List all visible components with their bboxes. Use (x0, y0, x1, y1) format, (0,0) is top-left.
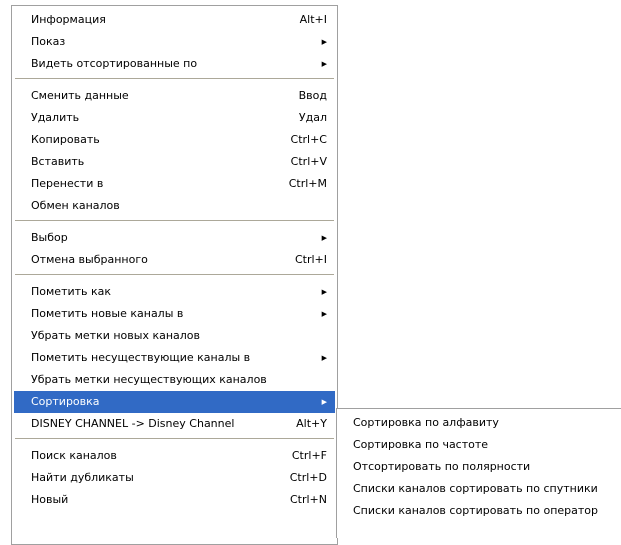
menu-item-label: Выбор (31, 231, 68, 244)
menu-item[interactable]: DISNEY CHANNEL -> Disney Channel Alt+Y (14, 413, 335, 435)
submenu-arrow-icon: ▶ (321, 38, 327, 46)
menu-item-label: Пометить как (31, 285, 112, 298)
menu-item[interactable]: Пометить новые каналы в ▶ (14, 303, 335, 325)
menu-item[interactable]: Сортировка ▶ (14, 391, 335, 413)
menu-item[interactable]: Сменить данные Ввод (14, 85, 335, 107)
submenu-item-label: Отсортировать по полярности (353, 460, 531, 473)
menu-separator (15, 274, 334, 278)
submenu-arrow-icon: ▶ (321, 310, 327, 318)
menu-item-label: Новый (31, 493, 69, 506)
submenu-item[interactable]: Сортировка по частоте (339, 434, 621, 456)
menu-separator (15, 220, 334, 224)
submenu-item-label: Списки каналов сортировать по оператор (353, 504, 599, 517)
menu-separator (15, 78, 334, 82)
menu-item-shortcut: Alt+I (299, 13, 327, 26)
menu-item[interactable]: Убрать метки несуществующих каналов (14, 369, 335, 391)
menu-item-label: Вставить (31, 155, 85, 168)
submenu-item[interactable]: Списки каналов сортировать по оператор (339, 500, 621, 522)
menu-item-label: Сменить данные (31, 89, 129, 102)
menu-item-label: Пометить несуществующие каналы в (31, 351, 251, 364)
menu-item-label: Пометить новые каналы в (31, 307, 184, 320)
sort-submenu-items: Сортировка по алфавиту Сортировка по част… (337, 409, 621, 522)
menu-item[interactable]: Отмена выбранного Ctrl+I (14, 249, 335, 271)
menu-item[interactable]: Новый Ctrl+N (14, 489, 335, 511)
menu-item-label: Видеть отсортированные по (31, 57, 198, 70)
menu-item-shortcut: Ctrl+I (294, 253, 327, 266)
menu-item-label: Убрать метки несуществующих каналов (31, 373, 267, 386)
submenu-item-label: Сортировка по частоте (353, 438, 489, 451)
submenu-item-label: Списки каналов сортировать по спутники (353, 482, 598, 495)
menu-item[interactable]: Перенести в Ctrl+M (14, 173, 335, 195)
menu-item[interactable]: Поиск каналов Ctrl+F (14, 445, 335, 467)
context-menu-items: Информация Alt+I Показ ▶ Видеть отсортирован… (12, 6, 337, 511)
menu-item-shortcut: Удал (298, 111, 327, 124)
menu-item-shortcut: Ctrl+N (289, 493, 327, 506)
menu-item-label: Сортировка (31, 395, 100, 408)
menu-item[interactable]: Найти дубликаты Ctrl+D (14, 467, 335, 489)
submenu-arrow-icon: ▶ (321, 234, 327, 242)
submenu-arrow-icon: ▶ (321, 288, 327, 296)
menu-item-label: Поиск каналов (31, 449, 117, 462)
menu-item[interactable]: Вставить Ctrl+V (14, 151, 335, 173)
menu-item[interactable]: Видеть отсортированные по ▶ (14, 53, 335, 75)
context-menu: Информация Alt+I Показ ▶ Видеть отсортирован… (11, 5, 338, 545)
submenu-item[interactable]: Списки каналов сортировать по спутники (339, 478, 621, 500)
menu-item-label: Копировать (31, 133, 100, 146)
menu-item-label: Показ (31, 35, 66, 48)
menu-item-shortcut: Ctrl+F (291, 449, 327, 462)
menu-item-shortcut: Ctrl+C (290, 133, 327, 146)
menu-separator (15, 438, 334, 442)
menu-item-label: Информация (31, 13, 106, 26)
menu-item-shortcut: Ctrl+D (289, 471, 327, 484)
submenu-arrow-icon: ▶ (321, 354, 327, 362)
submenu-item-label: Сортировка по алфавиту (353, 416, 499, 429)
menu-item[interactable]: Копировать Ctrl+C (14, 129, 335, 151)
menu-item[interactable]: Обмен каналов (14, 195, 335, 217)
menu-item-shortcut: Ctrl+M (288, 177, 327, 190)
submenu-arrow-icon: ▶ (321, 398, 327, 406)
menu-item-label: DISNEY CHANNEL -> Disney Channel (31, 417, 235, 430)
submenu-item[interactable]: Сортировка по алфавиту (339, 412, 621, 434)
menu-item[interactable]: Убрать метки новых каналов (14, 325, 335, 347)
sort-submenu: Сортировка по алфавиту Сортировка по част… (336, 408, 621, 538)
menu-item-shortcut: Alt+Y (296, 417, 327, 430)
menu-item-shortcut: Ввод (298, 89, 327, 102)
menu-item[interactable]: Пометить несуществующие каналы в ▶ (14, 347, 335, 369)
menu-item-label: Перенести в (31, 177, 104, 190)
menu-item[interactable]: Пометить как ▶ (14, 281, 335, 303)
menu-item-label: Убрать метки новых каналов (31, 329, 201, 342)
menu-item[interactable]: Выбор ▶ (14, 227, 335, 249)
menu-item-label: Удалить (31, 111, 80, 124)
submenu-item[interactable]: Отсортировать по полярности (339, 456, 621, 478)
menu-item[interactable]: Информация Alt+I (14, 9, 335, 31)
menu-item-label: Найти дубликаты (31, 471, 134, 484)
menu-item[interactable]: Удалить Удал (14, 107, 335, 129)
submenu-arrow-icon: ▶ (321, 60, 327, 68)
menu-item-shortcut: Ctrl+V (290, 155, 327, 168)
menu-item-label: Обмен каналов (31, 199, 120, 212)
menu-item[interactable]: Показ ▶ (14, 31, 335, 53)
menu-item-label: Отмена выбранного (31, 253, 148, 266)
